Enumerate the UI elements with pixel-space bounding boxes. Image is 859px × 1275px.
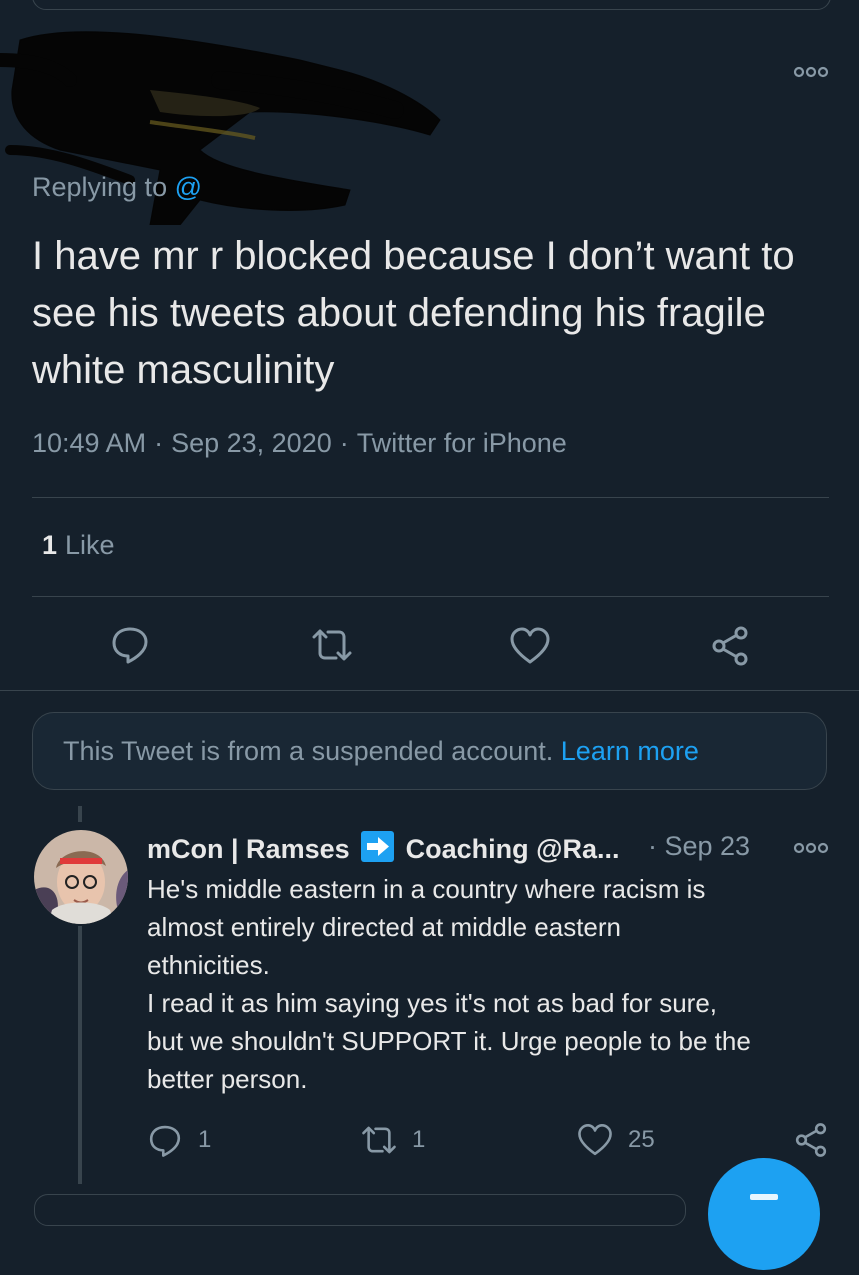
reply-text-line: I read it as him saying yes it's not as … [147, 988, 718, 1018]
reply-author[interactable]: mCon | Ramses Coaching @Ra... [147, 831, 620, 865]
tweet-time[interactable]: 10:49 AM [32, 428, 146, 458]
suspended-message: This Tweet is from a suspended account. [63, 736, 554, 766]
reply-text-line: better person. [147, 1064, 308, 1094]
learn-more-link[interactable]: Learn more [561, 736, 699, 766]
reply-text: He's middle eastern in a country where r… [147, 870, 827, 1098]
thread-line [78, 806, 82, 822]
reply-icon[interactable] [108, 622, 152, 666]
divider [32, 497, 829, 498]
divider [32, 596, 829, 597]
share-icon[interactable] [708, 624, 752, 668]
reply-date[interactable]: · Sep 23 [648, 831, 750, 862]
reply-name-part2: Coaching @Ra... [405, 834, 620, 864]
tweet-source[interactable]: Twitter for iPhone [357, 428, 567, 458]
reply-count: 1 [198, 1126, 212, 1153]
share-button[interactable] [792, 1120, 830, 1160]
heart-icon[interactable] [508, 624, 552, 668]
replying-to-label: Replying to [32, 172, 168, 202]
thread-line [78, 926, 82, 1184]
meta-separator: · [154, 428, 164, 458]
meta-separator: · [339, 428, 349, 458]
retweet-count: 1 [412, 1126, 426, 1153]
avatar[interactable] [34, 830, 128, 924]
tweet-meta: 10:49 AM · Sep 23, 2020 · Twitter for iPhone [32, 428, 567, 459]
section-divider [0, 690, 859, 691]
reply-text-line: almost entirely directed at middle easte… [147, 912, 622, 942]
retweet-icon [362, 1126, 396, 1154]
reply-button[interactable]: 1 [146, 1120, 211, 1160]
next-card-edge [34, 1194, 686, 1226]
reply-text-line: but we shouldn't SUPPORT it. Urge people… [147, 1026, 751, 1056]
replying-to-line: Replying to @ [32, 172, 202, 203]
likes-count[interactable]: 1 Like [42, 530, 115, 561]
more-options-icon[interactable] [793, 838, 829, 858]
retweet-icon[interactable] [310, 623, 354, 667]
compose-fab[interactable] [708, 1158, 820, 1270]
reply-name-part1: mCon | Ramses [147, 834, 350, 864]
more-options-icon[interactable] [793, 62, 829, 82]
like-count: 25 [628, 1126, 655, 1153]
heart-icon [578, 1124, 612, 1156]
suspended-tweet-notice: This Tweet is from a suspended account. … [32, 712, 827, 790]
likes-number: 1 [42, 530, 58, 560]
like-button[interactable]: 25 [576, 1120, 655, 1160]
likes-label: Like [65, 530, 115, 560]
reply-text-line: He's middle eastern in a country where r… [147, 874, 706, 904]
retweet-button[interactable]: 1 [360, 1120, 425, 1160]
tweet-text: I have mr r blocked because I don’t want… [32, 234, 795, 392]
arrow-right-icon [361, 831, 395, 862]
reply-icon [149, 1125, 181, 1157]
replying-to-handle[interactable]: @ [175, 172, 202, 202]
share-icon [795, 1123, 827, 1157]
reply-text-line: ethnicities. [147, 950, 270, 980]
tweet-date[interactable]: Sep 23, 2020 [171, 428, 332, 458]
